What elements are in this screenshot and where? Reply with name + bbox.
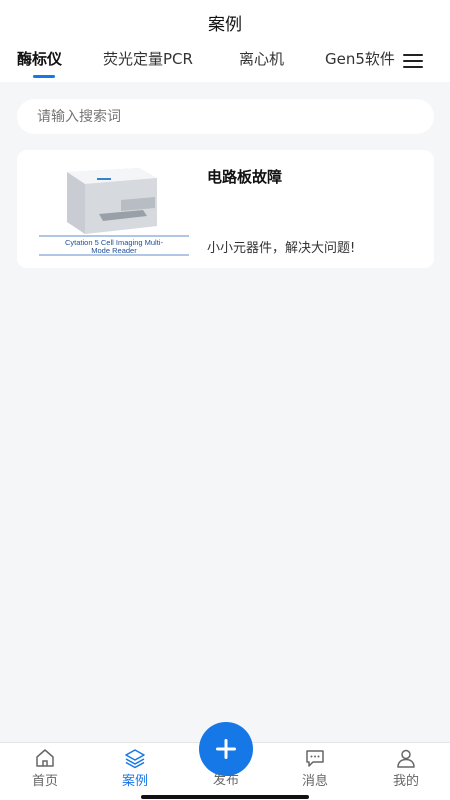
tab-qpcr[interactable]: 荧光定量PCR — [103, 48, 193, 69]
active-tab-indicator — [33, 75, 55, 78]
case-card[interactable]: Cytation 5 Cell Imaging Multi- Mode Read… — [17, 150, 434, 268]
case-title: 电路板故障 — [207, 168, 283, 186]
category-tabs: 酶标仪 荧光定量PCR 离心机 Gen5软件 — [0, 48, 450, 78]
message-icon — [306, 750, 324, 767]
nav-home-label: 首页 — [31, 774, 58, 789]
tab-gen5-software[interactable]: Gen5软件 — [325, 48, 395, 69]
plus-icon — [216, 739, 236, 759]
nav-messages-label: 消息 — [301, 774, 328, 789]
tab-centrifuge[interactable]: 离心机 — [239, 48, 284, 69]
nav-mine[interactable]: 我的 — [376, 747, 436, 789]
nav-cases-label: 案例 — [121, 774, 148, 789]
nav-messages[interactable]: 消息 — [285, 747, 345, 789]
top-bar: 案例 酶标仪 荧光定量PCR 离心机 Gen5软件 — [0, 0, 450, 82]
nav-mine-label: 我的 — [392, 774, 419, 789]
case-thumbnail: Cytation 5 Cell Imaging Multi- Mode Read… — [39, 164, 189, 256]
page-title: 案例 — [208, 15, 242, 35]
nav-home[interactable]: 首页 — [15, 747, 75, 789]
menu-icon[interactable] — [403, 53, 423, 69]
publish-label: 发布 — [212, 773, 239, 788]
home-indicator — [141, 795, 309, 799]
case-description: 小小元器件，解决大问题! — [207, 241, 356, 256]
layers-icon — [125, 749, 145, 769]
publish-button[interactable] — [199, 722, 253, 776]
tab-microplate-reader[interactable]: 酶标仪 — [17, 48, 62, 69]
user-icon — [397, 749, 415, 768]
search-input[interactable] — [17, 99, 434, 134]
home-icon — [36, 749, 54, 767]
nav-cases[interactable]: 案例 — [105, 747, 165, 789]
thumbnail-caption-line2: Mode Reader — [91, 246, 137, 255]
